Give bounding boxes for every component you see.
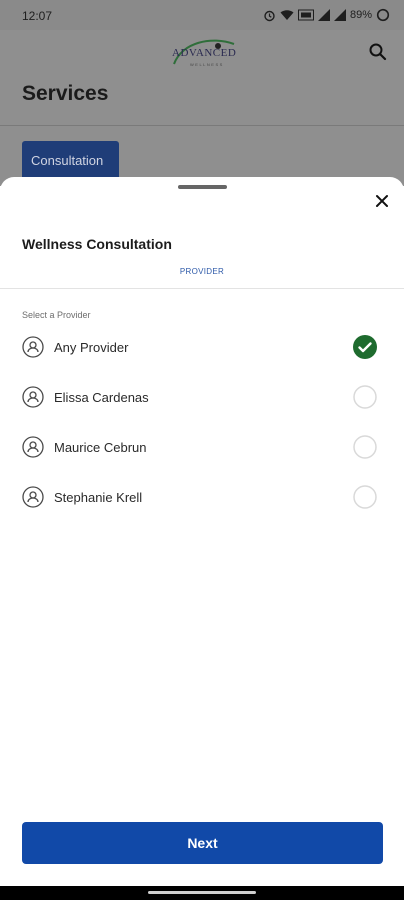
- logo-text: ADVANCED: [172, 47, 237, 59]
- brand-logo: ADVANCED WELLNESS: [168, 34, 242, 76]
- provider-option-maurice-cebrun[interactable]: Maurice Cebrun: [0, 427, 404, 467]
- battery-percent: 89%: [349, 9, 372, 21]
- next-button[interactable]: Next: [22, 822, 383, 864]
- section-label: Select a Provider: [22, 310, 91, 320]
- provider-bottom-sheet: Wellness Consultation PROVIDER Select a …: [0, 177, 404, 900]
- wifi-icon: [280, 10, 294, 20]
- provider-option-stephanie-krell[interactable]: Stephanie Krell: [0, 477, 404, 517]
- provider-option-any-provider[interactable]: Any Provider: [0, 327, 404, 367]
- sheet-drag-handle[interactable]: [178, 185, 227, 189]
- battery-icon: [376, 8, 390, 22]
- tab-consultation[interactable]: Consultation: [22, 141, 119, 181]
- close-button[interactable]: [373, 192, 391, 210]
- person-icon: [22, 436, 44, 458]
- provider-name: Any Provider: [54, 340, 129, 355]
- signal-icon: [317, 9, 330, 21]
- sheet-divider: [0, 288, 404, 289]
- search-button[interactable]: [366, 40, 390, 64]
- step-indicator: PROVIDER: [179, 267, 225, 276]
- provider-name: Maurice Cebrun: [54, 440, 147, 455]
- person-icon: [22, 486, 44, 508]
- close-icon: [376, 195, 388, 207]
- search-icon: [369, 43, 387, 61]
- radio-unselected-icon[interactable]: [353, 485, 377, 509]
- alarm-icon: [264, 10, 275, 21]
- signal-icon: [333, 9, 346, 21]
- status-time: 12:07: [22, 9, 53, 23]
- radio-unselected-icon[interactable]: [353, 385, 377, 409]
- status-bar: 12:07 89%: [0, 0, 404, 30]
- page-title: Services: [22, 82, 109, 105]
- status-icons: 89%: [263, 6, 390, 24]
- home-gesture-handle[interactable]: [148, 891, 256, 894]
- radio-unselected-icon[interactable]: [353, 435, 377, 459]
- provider-name: Stephanie Krell: [54, 490, 143, 505]
- person-icon: [22, 386, 44, 408]
- sheet-title: Wellness Consultation: [22, 236, 172, 252]
- checkmark-selected-icon[interactable]: [353, 335, 377, 359]
- provider-option-elissa-cardenas[interactable]: Elissa Cardenas: [0, 377, 404, 417]
- data-icon: [297, 9, 314, 21]
- provider-name: Elissa Cardenas: [54, 390, 149, 405]
- logo-subtext: WELLNESS: [190, 62, 224, 67]
- person-icon: [22, 336, 44, 358]
- system-nav-bar: [0, 886, 404, 900]
